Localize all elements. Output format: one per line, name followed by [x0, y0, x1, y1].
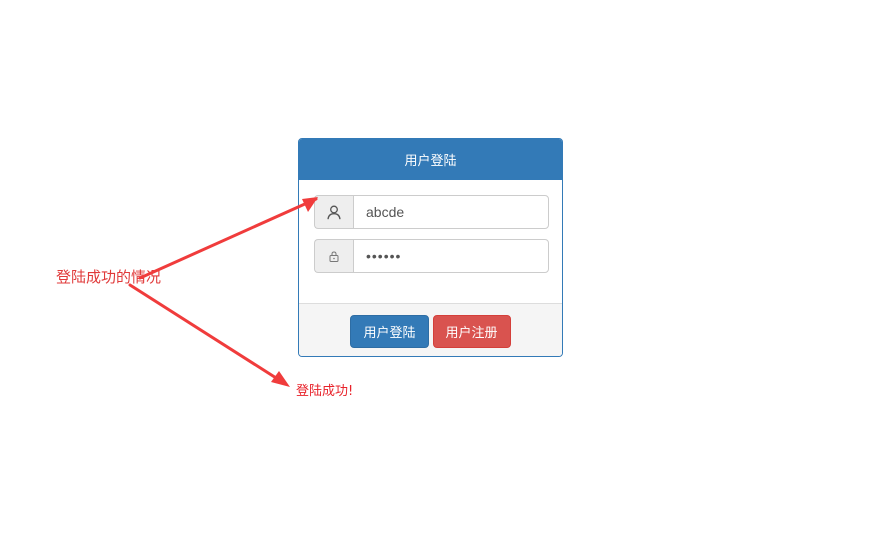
password-input-group: ••••••: [314, 239, 549, 273]
username-input[interactable]: abcde: [353, 195, 549, 229]
login-panel: 用户登陆 abcde •••••• 用户登陆 用户注册: [298, 138, 563, 357]
panel-footer: 用户登陆 用户注册: [299, 303, 562, 356]
register-button[interactable]: 用户注册: [432, 315, 511, 348]
screenshot-stage: 用户登陆 abcde •••••• 用户登陆 用户注册 登陆成功的情况 登陆成功…: [0, 0, 892, 538]
login-button[interactable]: 用户登陆: [350, 315, 429, 348]
panel-title: 用户登陆: [404, 153, 457, 169]
panel-heading: 用户登陆: [299, 139, 562, 180]
arrow-to-success-head: [271, 371, 290, 387]
username-input-group: abcde: [314, 195, 549, 229]
annotation-label: 登陆成功的情况: [56, 268, 162, 286]
panel-body: abcde ••••••: [299, 180, 562, 303]
user-icon: [314, 195, 353, 229]
arrow-to-success: [128, 283, 286, 385]
password-input[interactable]: ••••••: [353, 239, 549, 273]
lock-icon: [314, 239, 353, 273]
login-success-message: 登陆成功!: [296, 384, 354, 399]
arrow-to-username: [138, 197, 318, 280]
